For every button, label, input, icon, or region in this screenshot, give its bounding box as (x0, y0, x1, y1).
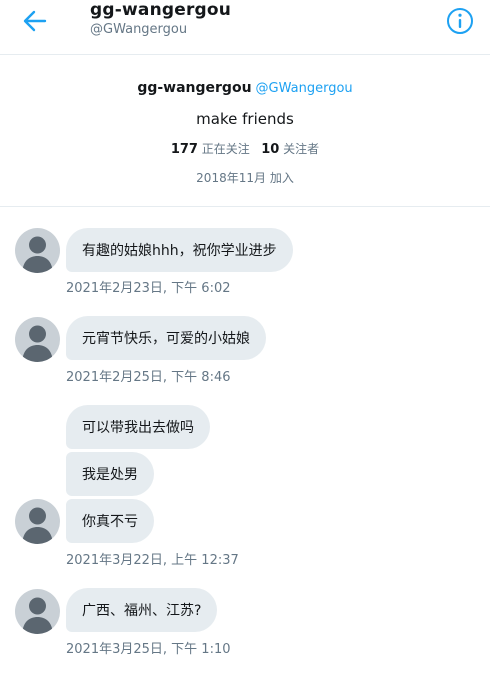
default-avatar-icon (22, 325, 53, 362)
message-timestamp: 2021年3月22日, 上午 12:37 (66, 553, 239, 568)
profile-stats: 177 正在关注 10 关注者 (0, 140, 490, 157)
avatar[interactable] (15, 317, 60, 362)
default-avatar-icon (22, 236, 53, 273)
back-button[interactable] (20, 6, 50, 36)
message-timestamp: 2021年3月25日, 下午 1:10 (66, 642, 231, 657)
avatar[interactable] (15, 499, 60, 544)
avatar[interactable] (15, 589, 60, 634)
followers-count: 10 (261, 142, 280, 157)
following-count: 177 (170, 142, 198, 157)
following-label: 正在关注 (201, 142, 250, 156)
message-bubble[interactable]: 广西、福州、江苏? (66, 588, 218, 632)
default-avatar-icon (22, 597, 53, 634)
conversation-header: gg-wangergou @GWangergou (0, 0, 490, 55)
followers-label: 关注者 (283, 142, 320, 156)
message-bubble[interactable]: 元宵节快乐，可爱的小姑娘 (66, 316, 266, 360)
message-bubble[interactable]: 有趣的姑娘hhh，祝你学业进步 (66, 228, 293, 272)
info-circle-icon (447, 8, 473, 34)
header-title: gg-wangergou (90, 0, 232, 20)
profile-identity: gg-wangergou @GWangergou (0, 80, 490, 96)
info-button[interactable] (446, 7, 474, 35)
profile-handle[interactable]: @GWangergou (256, 81, 353, 96)
profile-joined: 2018年11月 加入 (0, 169, 490, 186)
arrow-left-icon (23, 10, 47, 32)
profile-bio: make friends (196, 110, 294, 128)
avatar[interactable] (15, 228, 60, 273)
following-link[interactable]: 177 正在关注 (170, 142, 250, 157)
profile-name[interactable]: gg-wangergou (137, 80, 251, 96)
message-bubble[interactable]: 你真不亏 (66, 499, 154, 543)
message-timestamp: 2021年2月25日, 下午 8:46 (66, 370, 231, 385)
message-bubble[interactable]: 我是处男 (66, 452, 154, 496)
joined-label: 加入 (269, 171, 294, 185)
header-handle: @GWangergou (90, 22, 188, 37)
message-timestamp: 2021年2月23日, 下午 6:02 (66, 281, 231, 296)
default-avatar-icon (22, 507, 53, 544)
profile-summary: gg-wangergou @GWangergou make friends 177… (0, 54, 490, 207)
followers-link[interactable]: 10 关注者 (261, 142, 320, 157)
joined-date: 2018年11月 (196, 171, 266, 185)
message-bubble[interactable]: 可以带我出去做吗 (66, 405, 210, 449)
